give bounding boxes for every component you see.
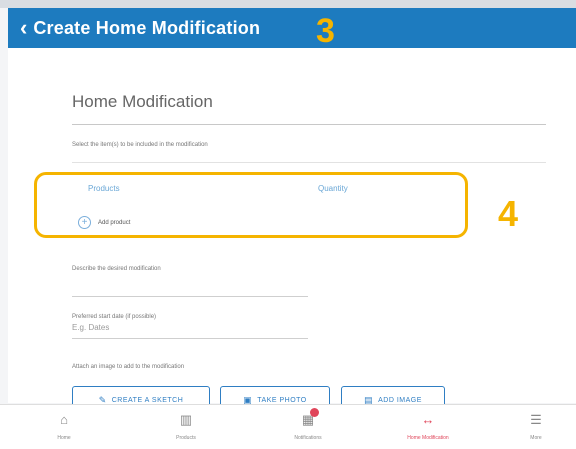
home-icon: ⌂ bbox=[60, 412, 68, 427]
quantity-column-header: Quantity bbox=[318, 184, 348, 193]
status-strip bbox=[0, 0, 576, 8]
preferred-date-label: Preferred start date (if possible) bbox=[72, 314, 157, 320]
bottom-navigation: ⌂ Home ▥ Products ▦ Notifications ↔ Home… bbox=[0, 404, 576, 449]
nav-item-notifications[interactable]: ▦ Notifications bbox=[268, 405, 348, 449]
nav-item-more[interactable]: ☰ More bbox=[496, 405, 576, 449]
nav-label-home: Home bbox=[57, 435, 71, 441]
home-modification-icon: ↔ bbox=[421, 412, 435, 427]
plus-circle-icon: + bbox=[78, 216, 91, 229]
add-image-label: ADD IMAGE bbox=[378, 396, 422, 404]
nav-item-home[interactable]: ⌂ Home bbox=[24, 405, 104, 449]
instruction-divider bbox=[72, 162, 546, 163]
section-title: Home Modification bbox=[72, 92, 213, 111]
select-items-instruction: Select the item(s) to be included in the… bbox=[72, 142, 208, 148]
step-annotation-3: 3 bbox=[316, 12, 335, 50]
more-icon: ☰ bbox=[530, 412, 542, 427]
nav-label-home-modification: Home Modification bbox=[407, 435, 449, 441]
title-divider bbox=[72, 124, 546, 125]
step-annotation-4: 4 bbox=[498, 193, 519, 234]
page-title: Create Home Modification bbox=[33, 17, 261, 38]
nav-item-products[interactable]: ▥ Products bbox=[146, 405, 226, 449]
notification-badge bbox=[310, 408, 320, 417]
products-icon: ▥ bbox=[179, 412, 193, 427]
app-header: ‹ Create Home Modification bbox=[8, 8, 576, 48]
preferred-date-underline bbox=[72, 338, 308, 339]
create-sketch-label: CREATE A SKETCH bbox=[111, 396, 184, 404]
notifications-icon: ▦ bbox=[302, 408, 320, 426]
add-product-label: Add product bbox=[98, 219, 131, 226]
products-column-header: Products bbox=[88, 184, 120, 193]
attach-image-label: Attach an image to add to the modificati… bbox=[72, 364, 185, 370]
describe-modification-input[interactable] bbox=[72, 296, 308, 297]
add-product-button[interactable]: + Add product bbox=[78, 216, 130, 229]
chevron-left-icon[interactable]: ‹ bbox=[20, 17, 27, 39]
nav-label-more: More bbox=[530, 435, 542, 441]
take-photo-label: TAKE PHOTO bbox=[257, 396, 307, 404]
nav-label-notifications: Notifications bbox=[294, 435, 322, 441]
nav-label-products: Products bbox=[176, 435, 196, 441]
nav-item-home-modification[interactable]: ↔ Home Modification bbox=[388, 405, 468, 449]
preferred-date-input[interactable]: E.g. Dates bbox=[72, 323, 109, 332]
describe-modification-label: Describe the desired modification bbox=[72, 266, 161, 272]
